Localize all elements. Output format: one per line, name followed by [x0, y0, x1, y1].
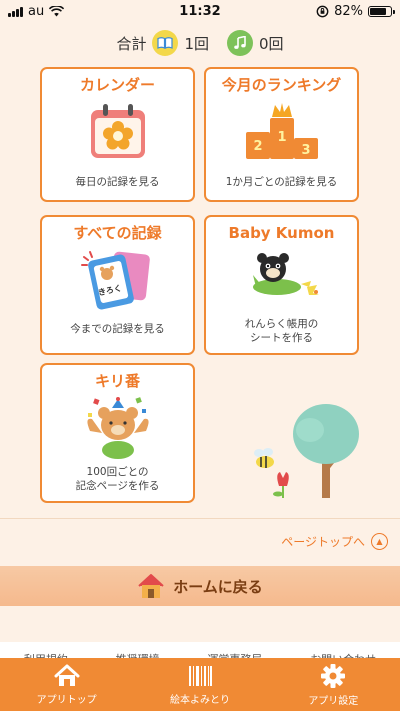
all-records-title: すべての記録 [73, 224, 162, 242]
baby-kumon-card[interactable]: Baby Kumon れんらく帳用の シートを作る [204, 215, 359, 355]
tab-app-top-label: アプリトップ [36, 694, 97, 706]
kiriban-title: キリ番 [94, 372, 140, 390]
tab-app-top[interactable]: アプリトップ [0, 658, 133, 711]
kiriban-desc-1: 100回ごとの [86, 466, 149, 478]
ranking-desc: 1か月ごとの記録を見る [225, 176, 338, 188]
books-count: 1回 [184, 34, 209, 53]
home-icon [54, 664, 80, 686]
calendar-title: カレンダー [79, 76, 155, 94]
kiriban-desc-2: 記念ページを作る [75, 480, 160, 492]
page-top-label: ページトップへ [281, 535, 365, 549]
calendar-card[interactable]: カレンダー 毎日の記録を見る [40, 67, 195, 202]
bear-airplane-icon [252, 253, 319, 295]
baby-kumon-desc-1: れんらく帳用の [244, 318, 319, 330]
ranking-title: 今月のランキング [221, 76, 342, 94]
status-bar: au 11:32 82% [0, 0, 400, 24]
tab-app-settings[interactable]: アプリ設定 [267, 658, 400, 711]
svg-text:2: 2 [253, 139, 262, 154]
ranking-card[interactable]: 今月のランキング 1 2 3 1か月ごとの記録を見る [204, 67, 359, 202]
house-icon [138, 574, 164, 598]
home-button[interactable]: ホームに戻る [0, 566, 400, 606]
book-icon [152, 30, 179, 56]
page-top-link[interactable]: ページトップへ ▲ [281, 533, 388, 550]
tree-bee-decoration [254, 404, 359, 498]
music-note-icon [227, 30, 253, 56]
tab-app-settings-label: アプリ設定 [308, 695, 359, 707]
gear-icon [321, 663, 346, 688]
baby-kumon-title: Baby Kumon [228, 224, 335, 242]
totals-label: 合計 [116, 34, 147, 53]
calendar-desc: 毎日の記録を見る [75, 176, 160, 188]
tab-bar: アプリトップ 絵本よみとり アプリ設定 [0, 658, 400, 711]
calendar-icon [90, 104, 145, 158]
home-button-label: ホームに戻る [173, 577, 263, 596]
tab-book-scan-label: 絵本よみとり [169, 694, 230, 706]
totals-row: 合計 1回 0回 [0, 29, 400, 57]
svg-text:1: 1 [277, 130, 286, 145]
podium-icon: 1 2 3 [245, 103, 318, 159]
bear-celebrate-icon [86, 397, 149, 459]
records-book-icon: きろく [80, 251, 150, 310]
footer-spacer [0, 606, 400, 642]
kiriban-card[interactable]: キリ番 100回ごとの 記念ページを作る [40, 363, 195, 503]
battery-percent: 82% [334, 4, 363, 19]
battery-icon [368, 6, 395, 17]
all-records-desc: 今までの記録を見る [70, 323, 165, 335]
svg-text:3: 3 [301, 143, 310, 158]
orientation-lock-icon [316, 5, 329, 18]
arrow-up-icon: ▲ [371, 533, 388, 550]
tab-book-scan[interactable]: 絵本よみとり [133, 658, 266, 711]
songs-count: 0回 [259, 34, 284, 53]
baby-kumon-desc-2: シートを作る [250, 332, 313, 344]
all-records-card[interactable]: すべての記録 きろく 今までの記録を見る [40, 215, 195, 355]
barcode-icon [188, 665, 212, 686]
